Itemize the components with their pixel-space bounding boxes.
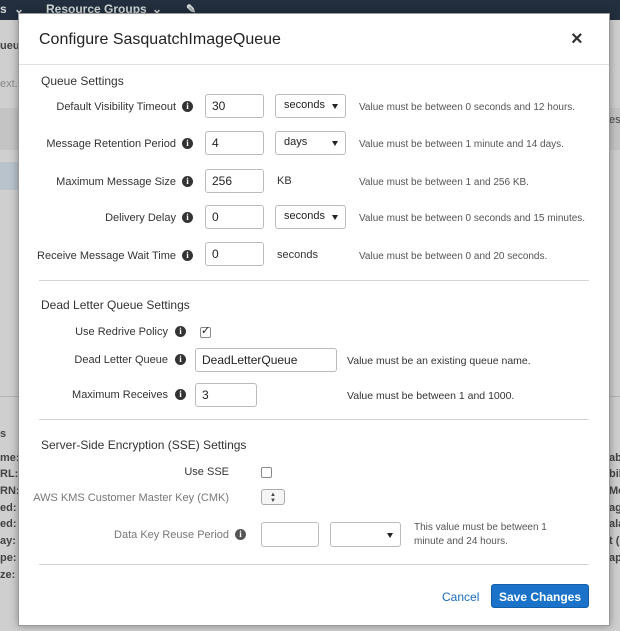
background-text: ala [609, 518, 620, 530]
use-sse-label: Use SSE [184, 466, 229, 478]
retention-period-unit-select[interactable]: days [275, 131, 346, 155]
select-value: seconds [284, 210, 325, 222]
background-text: ess [609, 114, 620, 126]
sse-settings-title: Server-Side Encryption (SSE) Settings [41, 438, 247, 452]
chevron-down-icon [332, 141, 338, 146]
retention-period-input[interactable]: 4 [205, 131, 264, 155]
cancel-button[interactable]: Cancel [442, 590, 479, 604]
use-redrive-checkbox[interactable] [200, 324, 211, 338]
max-receives-input[interactable]: 3 [195, 383, 257, 407]
background-text: me: [0, 452, 20, 464]
background-text: ze: [0, 569, 16, 581]
info-icon[interactable]: i [175, 326, 186, 337]
receive-wait-time-hint: Value must be between 0 and 20 seconds. [359, 251, 548, 262]
data-key-reuse-label: Data Key Reuse Period [114, 529, 229, 541]
select-value: seconds [284, 99, 325, 111]
background-text: bil [609, 468, 620, 480]
retention-period-hint: Value must be between 1 minute and 14 da… [359, 139, 564, 150]
delivery-delay-label: Delivery Delay [105, 212, 176, 224]
use-sse-checkbox[interactable] [261, 467, 272, 478]
background-text: ay: [0, 535, 16, 547]
receive-wait-time-input[interactable]: 0 [205, 242, 264, 266]
chevron-down-icon: ▼ [270, 498, 276, 504]
background-text: s [0, 428, 7, 440]
retention-period-label: Message Retention Period [46, 138, 176, 150]
visibility-timeout-input[interactable]: 30 [205, 94, 264, 118]
nav-fragment[interactable]: s [0, 2, 7, 16]
visibility-timeout-hint: Value must be between 0 seconds and 12 h… [359, 102, 576, 113]
max-message-size-label: Maximum Message Size [56, 176, 176, 188]
chevron-down-icon [332, 215, 338, 220]
background-selected-row [0, 162, 18, 190]
receive-wait-time-label: Receive Message Wait Time [37, 250, 176, 262]
info-icon[interactable]: i [175, 354, 186, 365]
dead-letter-queue-label: Dead Letter Queue [74, 354, 168, 366]
visibility-timeout-label: Default Visibility Timeout [56, 101, 176, 113]
delivery-delay-input[interactable]: 0 [205, 205, 264, 229]
data-key-reuse-hint-line1: This value must be between 1 [414, 522, 547, 533]
max-message-size-hint: Value must be between 1 and 256 KB. [359, 177, 529, 188]
info-icon[interactable]: i [182, 101, 193, 112]
section-divider [39, 280, 589, 281]
dead-letter-queue-input[interactable]: DeadLetterQueue [195, 348, 337, 372]
background-text: age [609, 502, 620, 514]
background-text: pe: [0, 552, 17, 564]
max-message-size-input[interactable]: 256 [205, 169, 264, 193]
kms-key-label: AWS KMS Customer Master Key (CMK) [33, 492, 229, 504]
background-text: abil [609, 452, 620, 464]
select-value: days [284, 136, 308, 148]
info-icon[interactable]: i [182, 176, 193, 187]
background-text: t ( [609, 535, 620, 547]
data-key-reuse-hint-line2: minute and 24 hours. [414, 536, 508, 547]
info-icon[interactable]: i [175, 389, 186, 400]
data-key-reuse-unit-select[interactable] [330, 522, 401, 547]
background-text: ed: [0, 518, 17, 530]
close-icon[interactable]: × [571, 28, 583, 51]
max-message-size-unit: KB [277, 175, 292, 187]
kms-key-select[interactable]: ▲ ▼ [261, 489, 285, 505]
dialog-header: Configure SasquatchImageQueue × [19, 14, 609, 65]
info-icon[interactable]: i [182, 250, 193, 261]
background-text: ap [609, 552, 620, 564]
section-divider [39, 419, 589, 420]
data-key-reuse-input[interactable] [261, 522, 319, 547]
max-receives-label: Maximum Receives [72, 389, 168, 401]
dead-letter-queue-hint: Value must be an existing queue name. [347, 355, 531, 367]
use-redrive-label: Use Redrive Policy [75, 326, 168, 338]
info-icon[interactable]: i [235, 529, 246, 540]
chevron-down-icon [387, 533, 393, 538]
background-text: Me [609, 485, 620, 497]
configure-queue-dialog: Configure SasquatchImageQueue × Queue Se… [18, 13, 610, 626]
info-icon[interactable]: i [182, 212, 193, 223]
dialog-title: Configure SasquatchImageQueue [39, 31, 281, 48]
background-text: ed: [0, 502, 17, 514]
background-text: RN: [0, 485, 20, 497]
queue-settings-title: Queue Settings [41, 74, 124, 88]
visibility-timeout-unit-select[interactable]: seconds [275, 94, 346, 118]
section-divider [39, 564, 589, 565]
info-icon[interactable]: i [182, 138, 193, 149]
save-changes-button[interactable]: Save Changes [491, 584, 589, 608]
delivery-delay-hint: Value must be between 0 seconds and 15 m… [359, 213, 586, 224]
dlq-settings-title: Dead Letter Queue Settings [41, 298, 190, 312]
chevron-down-icon [332, 104, 338, 109]
max-receives-hint: Value must be between 1 and 1000. [347, 390, 515, 402]
delivery-delay-unit-select[interactable]: seconds [275, 205, 346, 229]
receive-wait-time-unit: seconds [277, 249, 318, 261]
background-text: RL: [0, 468, 19, 480]
